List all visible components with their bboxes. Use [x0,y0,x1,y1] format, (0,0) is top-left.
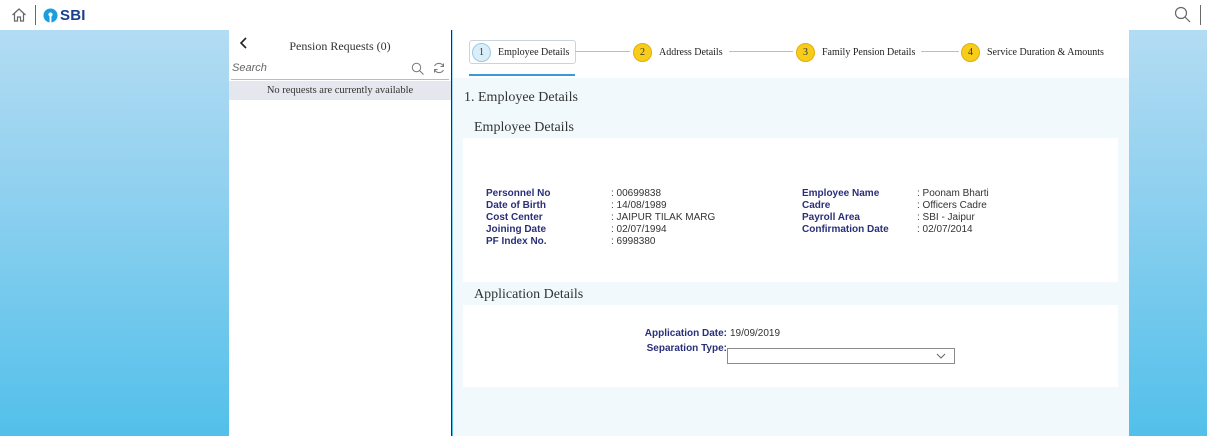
wizard-step-number: 4 [961,42,980,62]
payroll-area-value: : SBI - Jaipur [917,212,975,223]
wizard-step-number: 2 [633,42,652,62]
employee-name-value: : Poonam Bharti [917,188,989,199]
employee-details-right-column: Employee Name : Poonam Bharti Cadre : Of… [802,188,989,236]
form-row: Cost Center : JAIPUR TILAK MARG [486,212,715,224]
wizard-connector [921,51,959,52]
separation-type-row: Separation Type: [631,343,727,354]
empty-list-message: No requests are currently available [229,81,451,100]
cadre-label: Cadre [802,200,831,211]
wizard-step-label: Service Duration & Amounts [987,46,1104,58]
topbar-divider [35,5,36,25]
master-list-pane: Pension Requests (0) No requests are cur… [229,30,452,436]
master-header: Pension Requests (0) [229,30,451,58]
refresh-icon[interactable] [432,61,446,75]
pf-index-no-label: PF Index No. [486,236,547,247]
joining-date-label: Joining Date [486,224,547,235]
form-row: Date of Birth : 14/08/1989 [486,200,715,212]
wizard-step-family-pension-details[interactable]: 3 Family Pension Details [796,40,915,64]
form-row: Joining Date : 02/07/1994 [486,224,715,236]
pf-index-no-value: : 6998380 [611,236,656,247]
application-date-label: Application Date: [644,328,727,339]
form-row: Confirmation Date : 02/07/2014 [802,224,989,236]
wizard-step-address-details[interactable]: 2 Address Details [633,40,723,64]
joining-date-value: : 02/07/1994 [611,224,667,235]
chevron-down-icon [936,353,946,359]
master-title: Pension Requests (0) [289,39,391,53]
employee-details-card: Personnel No : 00699838 Date of Birth : … [463,138,1118,282]
personnel-no-value: : 00699838 [611,188,662,199]
form-row: PF Index No. : 6998380 [486,236,715,248]
detail-pane: 1 Employee Details 2 Address Details 3 F… [453,30,1129,436]
personnel-no-label: Personnel No [486,188,551,199]
sbi-logo-icon [43,8,58,23]
wizard-step-service-duration[interactable]: 4 Service Duration & Amounts [961,40,1104,64]
form-row: Cadre : Officers Cadre [802,200,989,212]
wizard-progress: 1 Employee Details 2 Address Details 3 F… [453,30,1129,78]
search-icon[interactable] [411,62,424,75]
cost-center-label: Cost Center [486,212,543,223]
search-bar [231,58,449,80]
brand-name: SBI [60,7,86,24]
wizard-step-employee-details[interactable]: 1 Employee Details [469,40,577,64]
top-bar: SBI [0,0,1207,30]
application-date-row: Application Date: 19/09/2019 [631,328,780,339]
active-step-indicator [469,74,575,76]
search-icon[interactable] [1174,6,1191,23]
page-heading: 1. Employee Details [464,90,578,105]
application-details-title: Application Details [474,287,584,302]
payroll-area-label: Payroll Area [802,212,860,223]
date-of-birth-value: : 14/08/1989 [611,200,667,211]
employee-details-left-column: Personnel No : 00699838 Date of Birth : … [486,188,715,248]
cadre-value: : Officers Cadre [917,200,987,211]
cost-center-value: : JAIPUR TILAK MARG [611,212,716,223]
form-row: Employee Name : Poonam Bharti [802,188,989,200]
employee-name-label: Employee Name [802,188,880,199]
date-of-birth-label: Date of Birth [486,200,546,211]
wizard-step-label: Address Details [659,46,723,58]
wizard-connector [575,51,630,52]
wizard-step-number: 3 [796,42,815,62]
wizard-step-label: Employee Details [498,46,570,58]
confirmation-date-value: : 02/07/2014 [917,224,973,235]
wizard-step-number: 1 [472,42,491,62]
search-input[interactable] [231,58,401,78]
confirmation-date-label: Confirmation Date [802,224,889,235]
sbi-logo: SBI [43,7,86,24]
application-date-value: 19/09/2019 [730,328,781,339]
separation-type-select[interactable] [727,348,955,364]
wizard-connector [729,51,793,52]
form-row: Personnel No : 00699838 [486,188,715,200]
separation-type-label: Separation Type: [646,343,727,354]
topbar-divider-right [1200,5,1201,25]
home-icon[interactable] [11,7,27,23]
wizard-step-label: Family Pension Details [822,46,916,58]
employee-details-title: Employee Details [474,120,574,135]
form-row: Payroll Area : SBI - Jaipur [802,212,989,224]
application-details-card: Application Date: 19/09/2019 Separation … [463,305,1118,387]
